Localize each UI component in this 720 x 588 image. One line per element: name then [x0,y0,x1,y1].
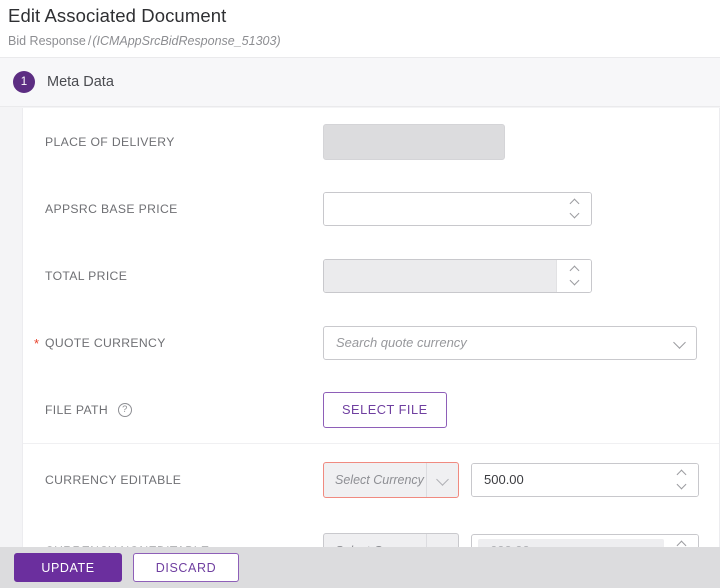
currency-editable-stepper[interactable] [664,463,698,496]
field-row-place-of-delivery: Place of Delivery [23,108,719,175]
quote-currency-placeholder: Search quote currency [336,335,467,350]
chevron-up-icon[interactable] [677,469,686,478]
breadcrumb: Bid Response/(ICMAppSrcBidResponse_51303… [8,33,720,49]
appsrc-base-price-value[interactable] [324,192,557,225]
label-quote-currency: * Quote Currency [34,335,323,350]
label-file-path: File Path ? [45,402,323,417]
footer-action-bar: Update Discard [0,547,720,588]
appsrc-base-price-stepper[interactable] [557,192,591,225]
chevron-down-icon[interactable] [674,337,686,349]
page-title: Edit Associated Document [8,5,227,26]
currency-editable-placeholder: Select Currency [335,472,424,487]
currency-editable-amount-value[interactable]: 500.00 [472,463,664,496]
quote-currency-select[interactable]: Search quote currency [323,325,697,360]
chevron-down-icon[interactable] [677,481,686,490]
field-row-currency-editable: Currency Editable Select Currency 500.00 [23,444,719,515]
place-of-delivery-input [323,123,505,160]
currency-editable-select[interactable]: Select Currency [323,461,459,498]
section-title: Meta Data [47,74,114,90]
control-quote-currency: Search quote currency [323,325,697,360]
form-scroll-area: Place of Delivery Appsrc Base Price [0,108,720,588]
chevron-down-icon[interactable] [570,210,579,219]
label-file-path-text: File Path [45,402,108,417]
currency-editable-caret[interactable] [426,462,458,497]
chevron-down-icon[interactable] [437,474,449,486]
field-row-quote-currency: * Quote Currency Search quote currency [23,309,719,376]
label-place-of-delivery: Place of Delivery [45,134,175,149]
section-header-meta-data[interactable]: 1 Meta Data [0,57,720,107]
label-total-price: Total Price [45,268,128,283]
chevron-up-icon[interactable] [570,198,579,207]
currency-editable-amount-input[interactable]: 500.00 [471,462,699,497]
label-currency-editable: Currency Editable [45,472,182,487]
page-header: Edit Associated Document Bid Response/(I… [0,0,720,57]
edit-associated-document-page: Edit Associated Document Bid Response/(I… [0,0,720,588]
field-row-total-price: Total Price [23,242,719,309]
field-row-file-path: File Path ? Select File [23,376,719,443]
label-appsrc-base-price: Appsrc Base Price [45,201,178,216]
total-price-value [324,259,557,292]
label-quote-currency-text: Quote Currency [45,335,166,350]
field-row-appsrc-base-price: Appsrc Base Price [23,175,719,242]
select-file-button[interactable]: Select File [323,391,447,428]
help-icon[interactable]: ? [117,402,132,417]
control-appsrc-base-price [323,191,592,226]
total-price-number-input [323,258,592,293]
appsrc-base-price-number-input[interactable] [323,191,592,226]
breadcrumb-parent[interactable]: Bid Response [8,34,86,48]
total-price-stepper[interactable] [557,259,591,292]
control-total-price [323,258,592,293]
step-number-badge: 1 [13,71,35,93]
form-panel: Place of Delivery Appsrc Base Price [22,108,720,588]
update-button[interactable]: Update [14,553,122,582]
control-currency-editable: Select Currency 500.00 [323,461,699,498]
chevron-down-icon[interactable] [570,277,579,286]
chevron-up-icon[interactable] [570,265,579,274]
control-file-path: Select File [323,391,447,428]
breadcrumb-separator: / [87,34,92,48]
control-place-of-delivery [323,123,505,160]
required-asterisk-icon: * [34,335,40,351]
breadcrumb-document-id: (ICMAppSrcBidResponse_51303) [92,34,281,48]
discard-button[interactable]: Discard [133,553,239,582]
